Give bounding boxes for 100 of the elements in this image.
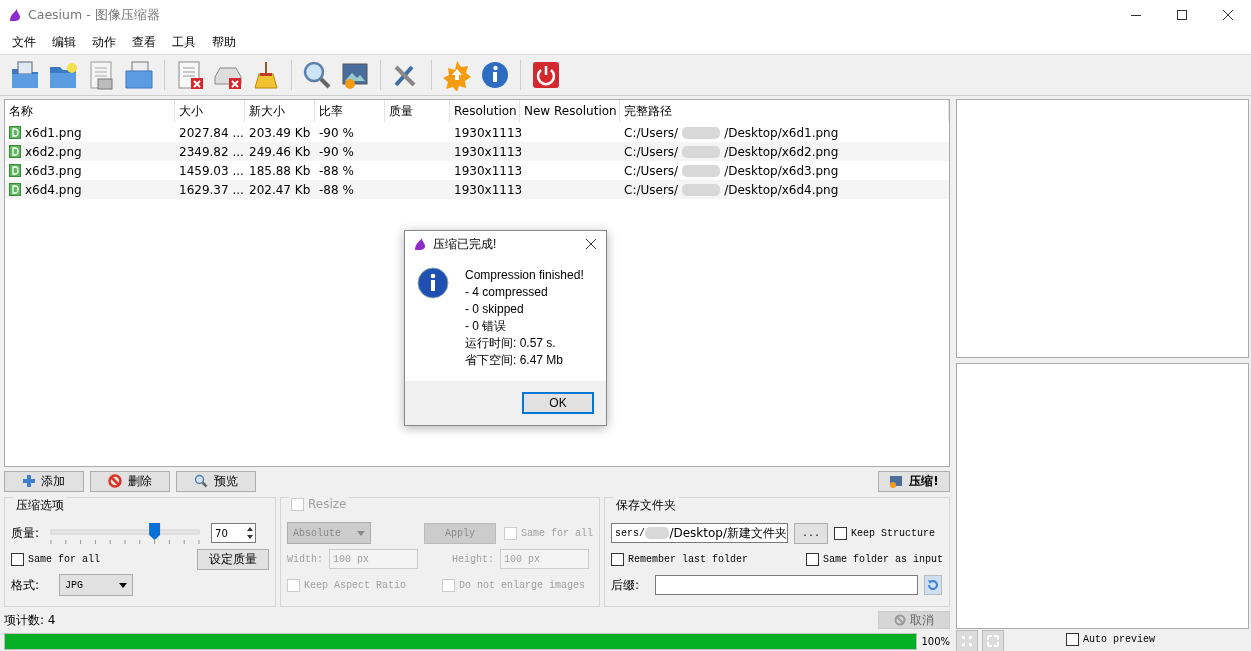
group-title: 压缩选项 [13,497,67,514]
plus-icon [23,475,35,487]
menu-item[interactable]: 工具 [164,33,204,51]
path-text: C:/Users/ [624,182,679,197]
suffix-field[interactable] [655,575,919,595]
info-icon [417,267,449,299]
table-cell-text: 1930x1113 [453,182,520,197]
remember-folder-checkbox[interactable]: Remember last folder [611,552,749,566]
refresh-icon [927,579,940,591]
path-text: /Desktop/x6d4.png [724,182,839,197]
menu-item[interactable]: 编辑 [44,33,84,51]
redaction-blur [682,164,721,177]
preview-button[interactable]: 预览 [176,470,256,492]
table-cell-text: -88 % [318,182,355,197]
column-header[interactable]: 比率 [315,100,385,122]
maximize-icon [1177,10,1187,20]
menu-item[interactable]: 文件 [4,33,44,51]
table-cell-text: 249.46 Kb [248,144,312,159]
file-name: x6d2.png [25,144,82,159]
path-text: C:/Users/ [624,163,679,178]
column-header[interactable]: 质量 [385,100,450,122]
table-cell-text: -90 % [318,144,355,159]
column-header[interactable]: 名称 [5,100,175,122]
app-logo-icon [8,8,22,22]
column-header[interactable]: 大小 [175,100,245,122]
output-folder-field[interactable]: sers/ /Desktop/新建文件夹 [611,523,788,543]
keep-structure-checkbox[interactable]: Keep Structure [834,526,935,540]
delete-button[interactable]: 删除 [90,470,170,492]
window-title: Caesium - 图像压缩器 [28,6,161,24]
close-icon [586,239,596,249]
table-cell-text: 185.88 Kb [248,163,312,178]
table-cell-text: 2027.84 ... [178,125,245,140]
toolbar-button[interactable] [122,58,156,92]
table-cell-text: 1930x1113 [453,144,520,159]
document-folder-icon [123,59,155,91]
compress-button[interactable]: 压缩! [878,470,950,492]
path-text: /Desktop/x6d2.png [724,144,839,159]
file-name: x6d4.png [25,182,82,197]
table-cell-text: 1930x1113 [453,163,520,178]
image-file-icon [9,164,21,177]
same-for-all-checkbox[interactable]: Same for all [11,552,100,566]
image-settings-icon [889,474,904,488]
table-cell-text: 202.47 Kb [248,182,312,197]
redaction-blur [682,183,721,196]
column-header[interactable]: Resolution [450,100,520,122]
format-label: 格式: [11,576,40,594]
menu-item[interactable]: 帮助 [204,33,244,51]
add-button[interactable]: 添加 [4,470,84,492]
menu-item[interactable]: 查看 [124,33,164,51]
dropdown-arrow-icon [119,582,128,588]
menu-item[interactable]: 动作 [84,33,124,51]
dialog-title: 压缩已完成! [433,235,498,253]
browse-button[interactable]: ... [794,522,828,544]
quality-label: 质量: [11,524,40,542]
prohibited-icon [894,614,906,626]
close-icon [1223,10,1233,20]
table-cell-text: 2349.82 ... [178,144,245,159]
search-icon [194,474,208,488]
dropdown-arrow-icon [357,530,365,536]
power-icon [530,59,562,91]
prohibited-icon [108,474,122,488]
file-name: x6d1.png [25,125,82,140]
dialog-message: Compression finished! - 4 compressed - 0 skipped - 0 错误 运行时间: 0.57 s. 省下空间: 6.47 Mb [465,267,584,369]
spin-arrows-icon[interactable] [245,525,256,541]
redaction-blur [682,145,721,158]
info-icon [479,59,511,91]
table-cell-text: -88 % [318,163,355,178]
path-text: C:/Users/ [624,125,679,140]
image-file-icon [9,145,21,158]
column-header[interactable]: 新大小 [245,100,315,122]
format-dropdown[interactable]: JPG [59,574,134,596]
redaction-blur [645,527,670,539]
redaction-blur [682,126,721,139]
table-cell-text: 203.49 Kb [248,125,312,140]
path-text: /Desktop/x6d3.png [724,163,839,178]
file-name: x6d3.png [25,163,82,178]
reset-button[interactable] [924,575,943,595]
height-label: Height: [452,553,495,565]
table-cell-text: 1459.03 ... [178,163,245,178]
column-header[interactable]: 完整路径 [620,100,949,122]
path-text: C:/Users/ [624,144,679,159]
image-file-icon [9,126,21,139]
table-cell-text: 1629.37 ... [178,182,245,197]
same-folder-checkbox[interactable]: Same folder as input [805,552,943,566]
table-cell-text: -90 % [318,125,355,140]
suffix-label: 后缀: [611,576,640,594]
image-file-icon [9,183,21,196]
shrink-icon [961,635,973,647]
set-quality-button[interactable]: 设定质量 [197,548,269,570]
expand-icon [987,635,999,647]
group-title: 保存文件夹 [613,497,679,514]
quality-spinbox[interactable]: 70 [211,523,257,543]
ok-button[interactable]: OK [522,392,594,414]
table-cell-text: 1930x1113 [453,125,520,140]
update-icon [441,59,473,91]
open-file-icon [9,59,41,91]
column-header[interactable]: New Resolution [520,100,620,122]
progress-reading: 100% [921,635,950,647]
item-count: 项计数: 4 [4,611,56,629]
auto-preview-checkbox[interactable]: Auto preview [1066,633,1155,646]
